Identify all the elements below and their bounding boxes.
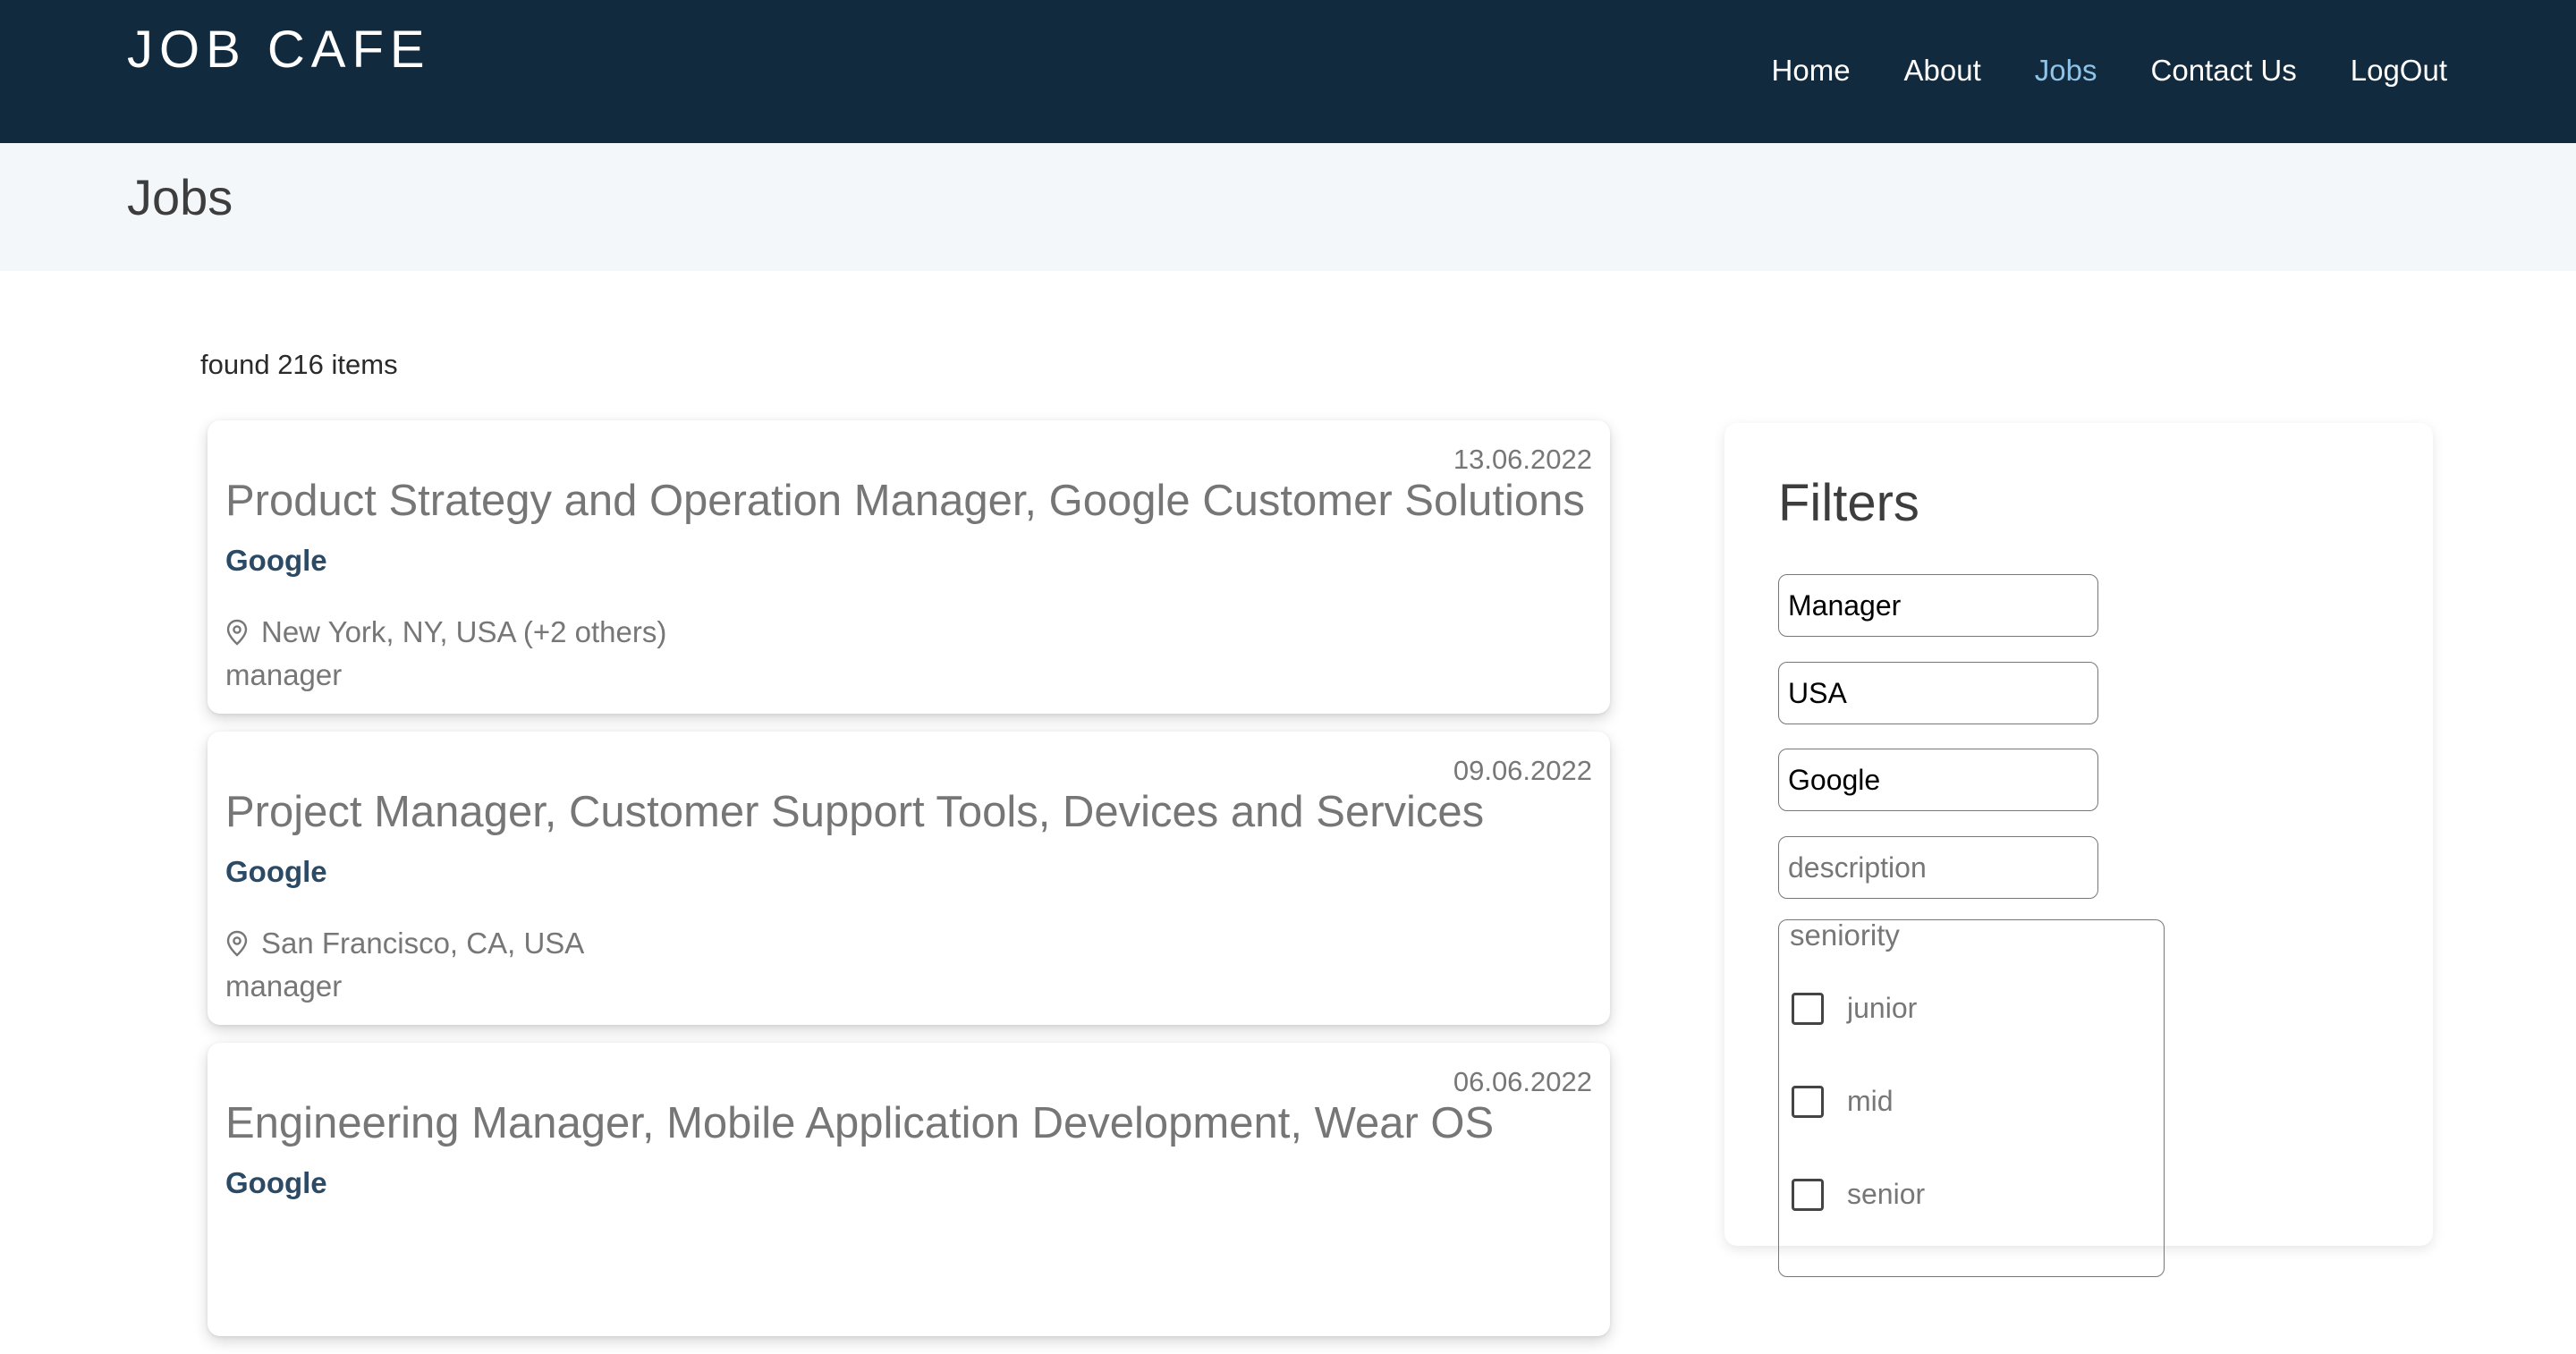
job-location: San Francisco, CA, USA (225, 927, 584, 960)
job-seniority: manager (225, 658, 343, 691)
job-card[interactable]: 09.06.2022 Project Manager, Customer Sup… (208, 732, 1610, 1025)
job-company[interactable]: Google (225, 544, 327, 578)
job-company[interactable]: Google (225, 1166, 327, 1200)
company-filter-input[interactable] (1778, 749, 2098, 811)
job-title[interactable]: Product Strategy and Operation Manager, … (225, 476, 1585, 526)
nav-about[interactable]: About (1904, 54, 1981, 88)
job-location-text: San Francisco, CA, USA (261, 927, 585, 960)
description-filter-input[interactable] (1778, 836, 2098, 899)
top-navbar: JOB CAFE Home About Jobs Contact Us LogO… (0, 0, 2576, 143)
job-location-text: New York, NY, USA (+2 others) (261, 615, 667, 648)
job-card[interactable]: 13.06.2022 Product Strategy and Operatio… (208, 420, 1610, 714)
nav-contact-us[interactable]: Contact Us (2151, 54, 2297, 88)
checkbox-label: mid (1847, 1085, 1894, 1117)
page-header (0, 143, 2576, 271)
filters-title: Filters (1778, 474, 1919, 532)
location-pin-icon (226, 619, 248, 646)
position-filter-input[interactable] (1778, 574, 2098, 637)
results-count: found 216 items (200, 349, 398, 380)
job-title[interactable]: Project Manager, Customer Support Tools,… (225, 787, 1484, 837)
job-list: 13.06.2022 Product Strategy and Operatio… (208, 420, 1610, 1354)
job-title[interactable]: Engineering Manager, Mobile Application … (225, 1098, 1494, 1148)
nav-jobs[interactable]: Jobs (2035, 54, 2097, 88)
job-card[interactable]: 06.06.2022 Engineering Manager, Mobile A… (208, 1043, 1610, 1336)
filters-panel: Filters seniority junior mid senior (1724, 423, 2433, 1277)
job-date: 06.06.2022 (1453, 1066, 1592, 1097)
seniority-legend: seniority (1790, 918, 1900, 952)
senior-checkbox[interactable] (1792, 1178, 1824, 1211)
job-seniority: manager (225, 969, 343, 1003)
job-location: New York, NY, USA (+2 others) (225, 615, 666, 649)
job-company[interactable]: Google (225, 855, 327, 889)
nav-logout[interactable]: LogOut (2351, 54, 2447, 88)
junior-checkbox[interactable] (1792, 992, 1824, 1025)
location-pin-icon (226, 930, 248, 957)
seniority-filter-group: seniority junior mid senior (1778, 918, 2165, 1277)
seniority-option-junior[interactable]: junior (1792, 992, 1917, 1025)
seniority-option-mid[interactable]: mid (1792, 1085, 1894, 1118)
checkbox-label: senior (1847, 1178, 1926, 1210)
job-date: 09.06.2022 (1453, 755, 1592, 786)
seniority-option-senior[interactable]: senior (1792, 1178, 1925, 1211)
job-date: 13.06.2022 (1453, 444, 1592, 475)
country-filter-input[interactable] (1778, 662, 2098, 724)
page-title: Jobs (127, 169, 233, 225)
main-nav: Home About Jobs Contact Us LogOut (1772, 54, 2447, 88)
nav-home[interactable]: Home (1772, 54, 1851, 88)
site-logo[interactable]: JOB CAFE (127, 20, 431, 80)
mid-checkbox[interactable] (1792, 1085, 1824, 1118)
checkbox-label: junior (1847, 992, 1918, 1024)
